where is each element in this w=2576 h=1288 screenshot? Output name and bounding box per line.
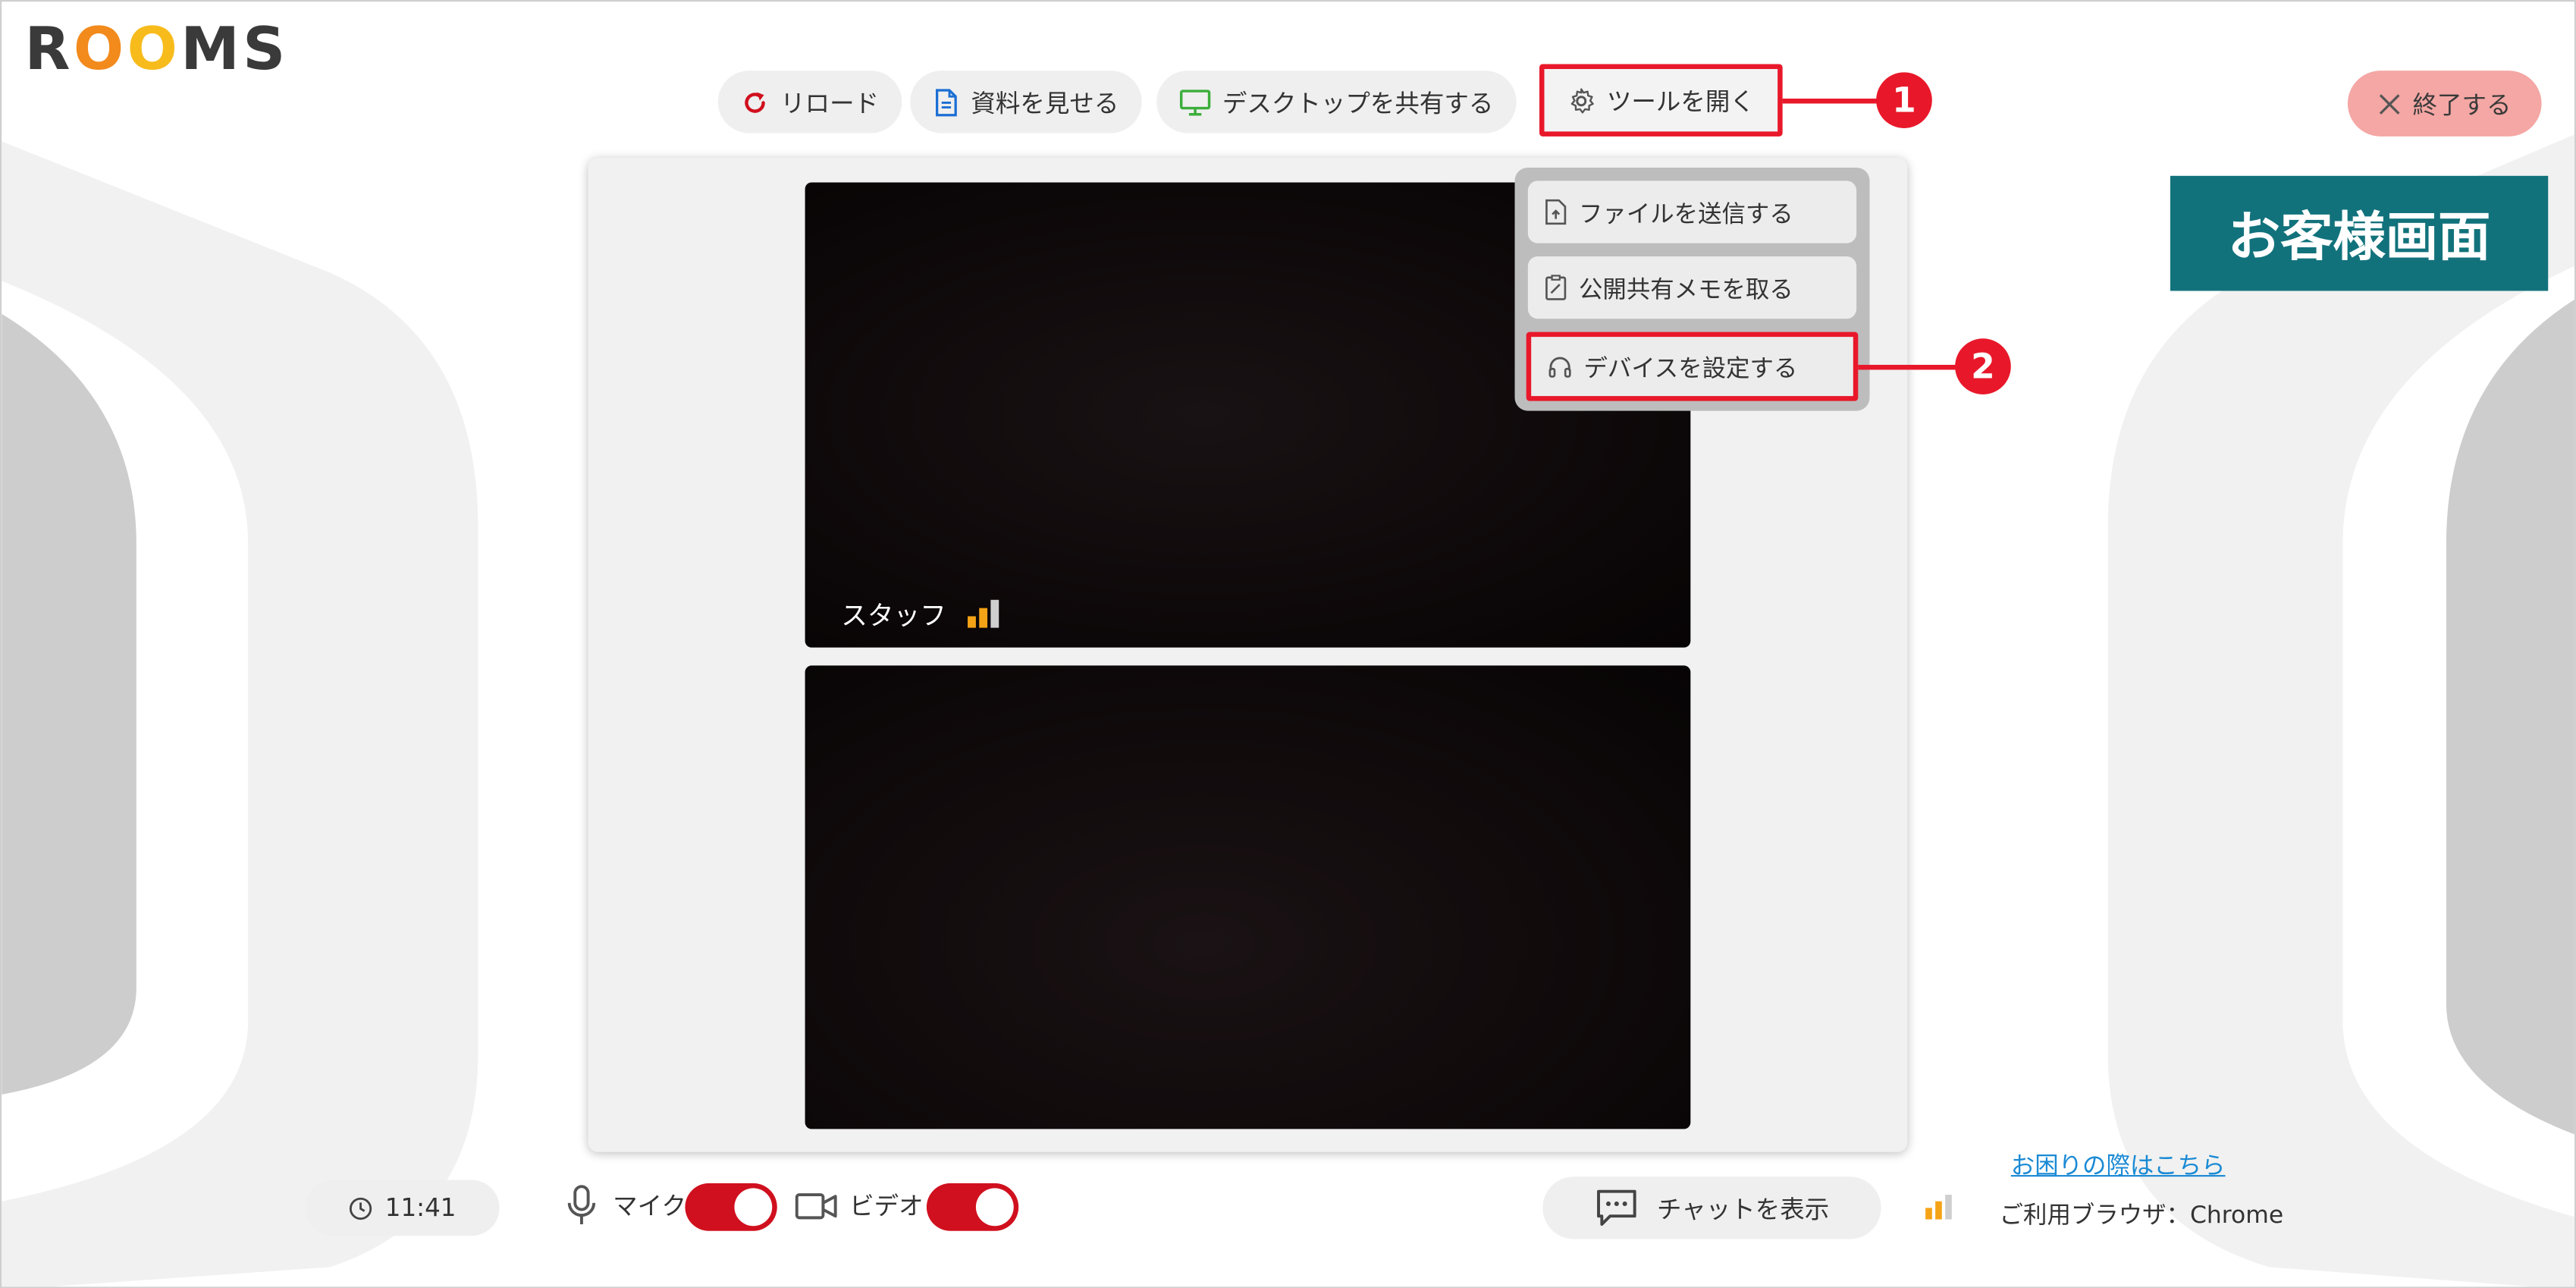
open-tools-button[interactable]: ツールを開く [1539, 64, 1783, 137]
logo-letter-o1: O [73, 16, 127, 84]
callout-line-2 [1858, 364, 1960, 370]
menu-item-device-settings[interactable]: デバイスを設定する [1526, 331, 1859, 401]
file-upload-icon [1545, 199, 1567, 225]
elapsed-time: 11:41 [305, 1180, 500, 1236]
rooms-logo: ROOMS [24, 14, 288, 86]
logo-letter-r: R [24, 16, 74, 84]
logo-letter-o2: O [127, 16, 181, 84]
chat-icon [1596, 1189, 1636, 1226]
step-badge-1: 1 [1876, 72, 1932, 128]
end-session-label: 終了する [2412, 90, 2512, 120]
show-document-button[interactable]: 資料を見せる [910, 71, 1142, 134]
connection-signal-icon [1925, 1195, 1952, 1220]
video-toggle[interactable] [926, 1183, 1019, 1231]
customer-view-label: お客様画面 [2170, 175, 2549, 291]
reload-button[interactable]: リロード [717, 71, 902, 134]
app-window: ROOMS リロード 資料を見せる デスクトップを共有する ツールを開く 1 終… [0, 0, 2576, 1288]
monitor-icon [1179, 89, 1211, 115]
video-toggle-knob [975, 1188, 1014, 1227]
menu-item-send-file[interactable]: ファイルを送信する [1527, 181, 1857, 243]
logo-letter-ms: MS [180, 16, 289, 84]
close-icon [2380, 93, 2401, 114]
menu-item-shared-memo[interactable]: 公開共有メモを取る [1527, 256, 1857, 319]
gear-icon [1570, 87, 1594, 113]
step-badge-2: 2 [1955, 338, 2011, 394]
mic-label: マイク [613, 1191, 686, 1221]
microphone-icon [567, 1185, 596, 1225]
document-icon [935, 88, 957, 116]
elapsed-time-value: 11:41 [384, 1192, 457, 1223]
show-chat-button[interactable]: チャットを表示 [1542, 1176, 1881, 1239]
staff-video-label: スタッフ [841, 599, 946, 631]
clock-icon [350, 1196, 372, 1220]
menu-item-device-settings-label: デバイスを設定する [1583, 356, 1798, 382]
menu-item-shared-memo-label: 公開共有メモを取る [1579, 277, 1793, 303]
share-desktop-label: デスクトップを共有する [1222, 87, 1494, 118]
show-chat-label: チャットを表示 [1657, 1193, 1830, 1224]
help-link[interactable]: お困りの際はこちら [2011, 1147, 2226, 1181]
browser-info: ご利用ブラウザ：Chrome [1999, 1202, 2284, 1230]
customer-video [805, 665, 1691, 1129]
headset-icon [1548, 356, 1571, 377]
signal-strength-icon [968, 599, 999, 628]
end-session-button[interactable]: 終了する [2347, 71, 2542, 137]
video-label: ビデオ [849, 1191, 924, 1221]
mic-toggle-knob [734, 1188, 773, 1227]
menu-item-send-file-label: ファイルを送信する [1579, 201, 1793, 228]
callout-line-1 [1782, 98, 1881, 104]
video-camera-icon [795, 1193, 837, 1220]
open-tools-label: ツールを開く [1606, 86, 1755, 116]
share-desktop-button[interactable]: デスクトップを共有する [1156, 71, 1517, 134]
reload-icon [745, 91, 765, 112]
show-document-label: 資料を見せる [971, 87, 1119, 118]
mic-toggle[interactable] [685, 1183, 777, 1231]
reload-label: リロード [780, 87, 880, 118]
memo-icon [1545, 275, 1567, 300]
